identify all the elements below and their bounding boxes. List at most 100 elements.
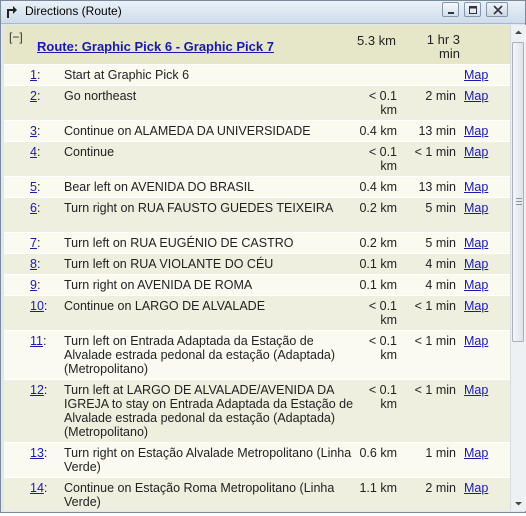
step-number-link[interactable]: 2	[30, 89, 37, 103]
step-row: 5: Bear left on AVENIDA DO BRASIL 0.4 km 13…	[4, 177, 510, 198]
scrollbar-thumb[interactable]	[512, 42, 524, 342]
step-time: 4 min	[425, 278, 456, 292]
step-instruction: Turn right on RUA FAUSTO GUEDES TEIXEIRA	[64, 201, 334, 215]
step-distance: < 0.1 km	[368, 383, 397, 411]
map-link[interactable]: Map	[464, 446, 504, 460]
step-distance: 0.1 km	[359, 257, 397, 271]
step-number-link[interactable]: 1	[30, 68, 37, 82]
window-title: Directions (Route)	[25, 4, 122, 18]
step-instruction: Continue on Estação Roma Metropolitano (…	[64, 481, 335, 509]
directions-window: Directions (Route) [−] Route: Graphic Pi…	[0, 0, 526, 513]
step-time: < 1 min	[414, 145, 456, 159]
step-number: 3:	[30, 124, 41, 138]
step-distance: 0.1 km	[359, 278, 397, 292]
step-time: < 1 min	[414, 383, 456, 397]
step-distance: < 0.1 km	[368, 299, 397, 327]
step-distance: 0.6 km	[359, 446, 397, 460]
step-number: 10:	[30, 299, 48, 313]
map-link[interactable]: Map	[464, 257, 504, 271]
step-time: 13 min	[418, 180, 456, 194]
step-row: 12: Turn left at LARGO DE ALVALADE/AVENID…	[4, 380, 510, 443]
step-instruction: Turn right on AVENIDA DE ROMA	[64, 278, 253, 292]
title-bar[interactable]: Directions (Route)	[1, 1, 525, 24]
route-time: 1 hr 3 min	[426, 32, 460, 61]
step-number: 2:	[30, 89, 41, 103]
step-number: 6:	[30, 201, 41, 215]
collapse-toggle[interactable]: [−]	[9, 31, 23, 43]
route-header: [−] Route: Graphic Pick 6 - Graphic Pick…	[4, 25, 510, 65]
step-number: 14:	[30, 481, 48, 495]
scroll-up-icon[interactable]	[511, 25, 526, 40]
step-number-link[interactable]: 6	[30, 201, 37, 215]
step-number: 5:	[30, 180, 41, 194]
step-row: 13: Turn right on Estação Alvalade Metrop…	[4, 443, 510, 478]
step-instruction: Continue on LARGO DE ALVALADE	[64, 299, 266, 313]
step-instruction: Continue	[64, 145, 115, 159]
step-number-link[interactable]: 11	[30, 334, 43, 348]
step-row: 7: Turn left on RUA EUGÉNIO DE CASTRO 0.2 …	[4, 233, 510, 254]
map-link[interactable]: Map	[464, 145, 504, 159]
step-row: 6: Turn right on RUA FAUSTO GUEDES TEIXEI…	[4, 198, 510, 233]
step-number-link[interactable]: 9	[30, 278, 37, 292]
map-link[interactable]: Map	[464, 334, 504, 348]
step-number-link[interactable]: 5	[30, 180, 37, 194]
step-number: 1:	[30, 68, 41, 82]
directions-icon	[5, 3, 19, 19]
route-distance: 5.3 km	[356, 33, 396, 48]
map-link[interactable]: Map	[464, 124, 504, 138]
map-link[interactable]: Map	[464, 299, 504, 313]
step-number-link[interactable]: 4	[30, 145, 37, 159]
step-row: 1: Start at Graphic Pick 6 Map	[4, 65, 510, 86]
vertical-scrollbar[interactable]	[510, 25, 526, 511]
route-title-link[interactable]: Route: Graphic Pick 6 - Graphic Pick 7	[37, 39, 274, 54]
step-number: 4:	[30, 145, 41, 159]
step-number-link[interactable]: 3	[30, 124, 37, 138]
map-link[interactable]: Map	[464, 68, 504, 82]
step-time: 2 min	[425, 481, 456, 495]
step-number: 11:	[30, 334, 47, 348]
map-link[interactable]: Map	[464, 383, 504, 397]
map-link[interactable]: Map	[464, 481, 504, 495]
close-button[interactable]	[486, 2, 508, 17]
map-link[interactable]: Map	[464, 236, 504, 250]
step-time: 2 min	[425, 89, 456, 103]
step-instruction: Turn left on RUA VIOLANTE DO CÉU	[64, 257, 274, 271]
maximize-button[interactable]	[464, 2, 481, 17]
step-time: 13 min	[418, 124, 456, 138]
step-time: < 1 min	[414, 334, 456, 348]
step-number-link[interactable]: 13	[30, 446, 44, 460]
step-row: 9: Turn right on AVENIDA DE ROMA 0.1 km 4 m…	[4, 275, 510, 296]
step-number-link[interactable]: 12	[30, 383, 44, 397]
step-instruction: Turn left at LARGO DE ALVALADE/AVENIDA D…	[64, 383, 354, 439]
step-number: 9:	[30, 278, 41, 292]
step-row: 4: Continue < 0.1 km < 1 min Map	[4, 142, 510, 177]
step-number-link[interactable]: 8	[30, 257, 37, 271]
step-instruction: Start at Graphic Pick 6	[64, 68, 190, 82]
step-number: 12:	[30, 383, 48, 397]
step-distance: < 0.1 km	[368, 334, 397, 362]
step-instruction: Go northeast	[64, 89, 137, 103]
steps-list: 1: Start at Graphic Pick 6 Map 2: Go northea…	[4, 65, 510, 511]
step-time: 5 min	[425, 236, 456, 250]
step-number-link[interactable]: 7	[30, 236, 37, 250]
directions-list: [−] Route: Graphic Pick 6 - Graphic Pick…	[4, 25, 510, 511]
step-distance: < 0.1 km	[368, 89, 397, 117]
step-row: 2: Go northeast < 0.1 km 2 min Map	[4, 86, 510, 121]
step-instruction: Bear left on AVENIDA DO BRASIL	[64, 180, 255, 194]
step-time: 5 min	[425, 201, 456, 215]
map-link[interactable]: Map	[464, 201, 504, 215]
step-time: < 1 min	[414, 299, 456, 313]
step-row: 10: Continue on LARGO DE ALVALADE < 0.1 km…	[4, 296, 510, 331]
step-row: 3: Continue on ALAMEDA DA UNIVERSIDADE 0.4…	[4, 121, 510, 142]
map-link[interactable]: Map	[464, 278, 504, 292]
step-row: 14: Continue on Estação Roma Metropolitan…	[4, 478, 510, 511]
minimize-button[interactable]	[442, 2, 459, 17]
scroll-down-icon[interactable]	[511, 496, 526, 511]
step-instruction: Turn left on RUA EUGÉNIO DE CASTRO	[64, 236, 294, 250]
map-link[interactable]: Map	[464, 180, 504, 194]
step-number-link[interactable]: 10	[30, 299, 44, 313]
step-distance: 0.4 km	[359, 124, 397, 138]
map-link[interactable]: Map	[464, 89, 504, 103]
step-number-link[interactable]: 14	[30, 481, 44, 495]
step-number: 8:	[30, 257, 41, 271]
